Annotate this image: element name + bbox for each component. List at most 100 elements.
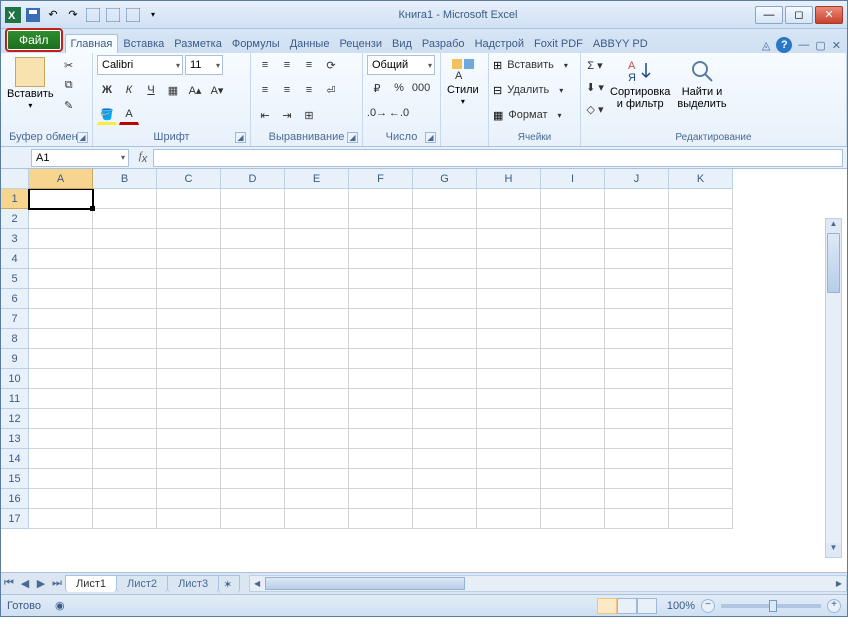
window-close-icon[interactable]: ✕ (832, 39, 841, 52)
decrease-decimal-button[interactable]: ←.0 (389, 103, 409, 123)
cell[interactable] (605, 189, 669, 209)
align-center-button[interactable]: ≡ (277, 80, 297, 100)
cell[interactable] (541, 349, 605, 369)
autosum-button[interactable]: Σ ▾ (585, 55, 605, 75)
column-header[interactable]: H (477, 169, 541, 189)
cut-button[interactable]: ✂ (59, 55, 79, 75)
cell[interactable] (221, 489, 285, 509)
cell[interactable] (285, 429, 349, 449)
cell[interactable] (669, 409, 733, 429)
row-header[interactable]: 16 (1, 489, 29, 509)
cell[interactable] (93, 349, 157, 369)
cell[interactable] (285, 329, 349, 349)
cell[interactable] (541, 329, 605, 349)
wrap-text-button[interactable]: ⏎ (321, 80, 341, 100)
cell[interactable] (477, 489, 541, 509)
cell[interactable] (349, 289, 413, 309)
new-sheet-button[interactable]: ✶ (218, 575, 240, 593)
cell[interactable] (29, 409, 93, 429)
cell[interactable] (477, 349, 541, 369)
cell[interactable] (285, 349, 349, 369)
zoom-thumb[interactable] (769, 600, 777, 612)
cell[interactable] (477, 229, 541, 249)
cell[interactable] (541, 209, 605, 229)
cell[interactable] (285, 389, 349, 409)
cell[interactable] (605, 389, 669, 409)
tab-developer[interactable]: Разрабо (417, 35, 470, 53)
cell[interactable] (605, 489, 669, 509)
row-header[interactable]: 2 (1, 209, 29, 229)
cell[interactable] (285, 469, 349, 489)
row-header[interactable]: 3 (1, 229, 29, 249)
cell[interactable] (285, 249, 349, 269)
cell[interactable] (541, 429, 605, 449)
cell[interactable] (349, 189, 413, 209)
sheet-tab-1[interactable]: Лист1 (65, 575, 117, 592)
cell[interactable] (605, 349, 669, 369)
cell[interactable] (349, 349, 413, 369)
column-header[interactable]: I (541, 169, 605, 189)
fill-color-button[interactable]: 🪣 (97, 105, 117, 125)
cell[interactable] (669, 369, 733, 389)
font-size-combo[interactable]: 11 (185, 55, 223, 75)
minimize-ribbon-icon[interactable]: ◬ (762, 39, 770, 52)
align-middle-button[interactable]: ≡ (277, 55, 297, 75)
cell[interactable] (29, 509, 93, 529)
cell[interactable] (541, 249, 605, 269)
cell[interactable] (541, 189, 605, 209)
row-header[interactable]: 11 (1, 389, 29, 409)
cell[interactable] (349, 229, 413, 249)
cell[interactable] (93, 389, 157, 409)
row-header[interactable]: 5 (1, 269, 29, 289)
column-header[interactable]: B (93, 169, 157, 189)
cell[interactable] (541, 449, 605, 469)
cell[interactable] (221, 189, 285, 209)
cell[interactable] (541, 229, 605, 249)
cell[interactable] (477, 389, 541, 409)
save-icon[interactable] (25, 7, 41, 23)
delete-cells-button[interactable]: Удалить▾ (504, 80, 566, 100)
sheet-nav-first-icon[interactable]: ⏮ (1, 577, 17, 590)
cell[interactable] (29, 289, 93, 309)
cell[interactable] (157, 369, 221, 389)
dialog-launcher-icon[interactable]: ◢ (235, 132, 246, 143)
cell[interactable] (541, 389, 605, 409)
cell[interactable] (349, 209, 413, 229)
italic-button[interactable]: К (119, 80, 139, 100)
cell[interactable] (29, 369, 93, 389)
cell[interactable] (541, 489, 605, 509)
cell[interactable] (157, 489, 221, 509)
cell[interactable] (541, 289, 605, 309)
column-header[interactable]: A (29, 169, 93, 189)
increase-indent-button[interactable]: ⇥ (277, 105, 297, 125)
cell[interactable] (477, 249, 541, 269)
cell[interactable] (93, 369, 157, 389)
cell[interactable] (221, 409, 285, 429)
cell[interactable] (605, 429, 669, 449)
cell[interactable] (477, 189, 541, 209)
cell[interactable] (221, 269, 285, 289)
decrease-font-button[interactable]: A▾ (207, 80, 227, 100)
file-tab[interactable]: Файл (5, 28, 63, 52)
cell[interactable] (349, 249, 413, 269)
bold-button[interactable]: Ж (97, 80, 117, 100)
close-button[interactable]: ✕ (815, 6, 843, 24)
cell[interactable] (29, 449, 93, 469)
border-button[interactable]: ▦ (163, 80, 183, 100)
styles-button[interactable]: A Стили ▾ (445, 55, 481, 108)
maximize-button[interactable]: ◻ (785, 6, 813, 24)
row-header[interactable]: 10 (1, 369, 29, 389)
cell[interactable] (477, 509, 541, 529)
cell[interactable] (157, 509, 221, 529)
cell[interactable] (413, 269, 477, 289)
cell[interactable] (29, 349, 93, 369)
qat-item-icon[interactable] (85, 7, 101, 23)
cell[interactable] (285, 269, 349, 289)
cell[interactable] (93, 449, 157, 469)
tab-layout[interactable]: Разметка (169, 35, 227, 53)
scroll-left-icon[interactable]: ◀ (250, 579, 264, 588)
align-top-button[interactable]: ≡ (255, 55, 275, 75)
cell[interactable] (669, 349, 733, 369)
cell[interactable] (221, 509, 285, 529)
cell[interactable] (541, 509, 605, 529)
